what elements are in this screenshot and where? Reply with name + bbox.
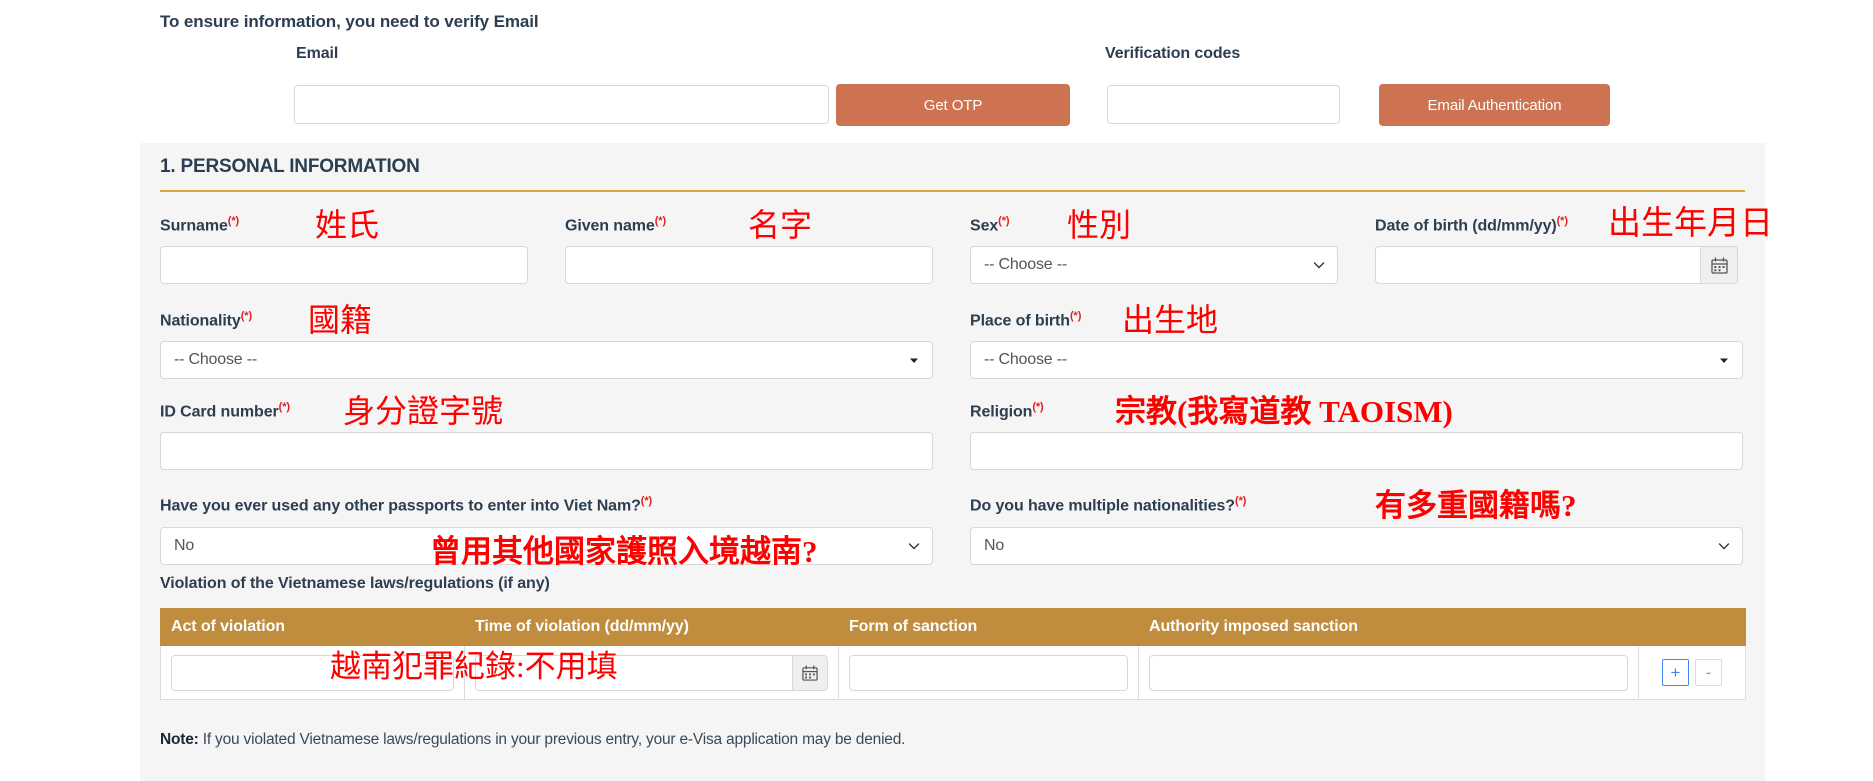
other-passports-select-value: No <box>174 537 195 554</box>
email-authentication-button[interactable]: Email Authentication <box>1379 84 1610 126</box>
multiple-nationalities-select-value: No <box>984 537 1005 554</box>
nationality-annotation: 國籍 <box>308 302 373 338</box>
column-header-time-of-violation: Time of violation (dd/mm/yy) <box>464 608 839 646</box>
caret-down-icon <box>1718 354 1730 366</box>
add-row-button[interactable]: + <box>1662 659 1689 686</box>
authority-imposed-sanction-input[interactable] <box>1149 654 1628 691</box>
row-action-buttons: + - <box>1649 659 1735 686</box>
date-of-birth-required-mark: (*) <box>1556 215 1568 227</box>
violation-annotation: 越南犯罪紀錄:不用填 <box>330 649 618 684</box>
cell-authority-imposed-sanction <box>1138 645 1639 700</box>
religion-input[interactable] <box>970 432 1743 470</box>
religion-annotation: 宗教(我寫道教 TAOISM) <box>1115 394 1453 429</box>
column-header-authority-imposed-sanction: Authority imposed sanction <box>1138 608 1639 646</box>
surname-annotation: 姓氏 <box>315 207 380 243</box>
section-divider <box>160 190 1745 192</box>
column-header-form-of-sanction: Form of sanction <box>838 608 1139 646</box>
religion-label-text: Religion <box>970 403 1033 421</box>
religion-required-mark: (*) <box>1032 401 1044 413</box>
sex-required-mark: (*) <box>998 215 1010 227</box>
verification-code-input[interactable] <box>1107 85 1340 124</box>
date-of-birth-label-text: Date of birth (dd/mm/yy) <box>1375 217 1557 235</box>
surname-input[interactable] <box>160 246 528 284</box>
email-label: Email <box>296 45 339 62</box>
other-passports-annotation: 曾用其他國家護照入境越南? <box>430 534 818 569</box>
date-of-birth-annotation: 出生年月日 <box>1608 206 1773 242</box>
place-of-birth-select[interactable]: -- Choose -- <box>970 341 1743 379</box>
sex-label-text: Sex <box>970 217 999 235</box>
surname-label-text: Surname <box>160 217 228 235</box>
place-of-birth-label: Place of birth(*) <box>970 310 1081 330</box>
chevron-down-icon <box>1718 540 1730 552</box>
given-name-required-mark: (*) <box>654 215 667 227</box>
place-of-birth-annotation: 出生地 <box>1122 302 1219 338</box>
id-card-number-input[interactable] <box>160 432 933 470</box>
verification-codes-label: Verification codes <box>1105 45 1241 62</box>
multiple-nationalities-annotation: 有多重國籍嗎? <box>1375 488 1577 523</box>
id-card-number-label-text: ID Card number <box>160 403 279 421</box>
sex-label: Sex(*) <box>970 215 1010 235</box>
cell-row-actions: + - <box>1638 645 1746 700</box>
page-title: 1. PERSONAL INFORMATION <box>160 156 420 177</box>
date-of-birth-label: Date of birth (dd/mm/yy)(*) <box>1375 215 1568 235</box>
nationality-select-value: -- Choose -- <box>174 351 257 368</box>
get-otp-button[interactable]: Get OTP <box>836 84 1070 126</box>
calendar-icon[interactable] <box>1700 246 1738 284</box>
multiple-nationalities-label-text: Do you have multiple nationalities? <box>970 497 1235 515</box>
multiple-nationalities-select[interactable]: No <box>970 527 1743 565</box>
violation-note-text: If you violated Vietnamese laws/regulati… <box>202 731 906 748</box>
personal-information-panel: 1. PERSONAL INFORMATION Surname(*) 姓氏 Gi… <box>140 143 1773 781</box>
nationality-select[interactable]: -- Choose -- <box>160 341 933 379</box>
given-name-input[interactable] <box>565 246 933 284</box>
column-header-act-of-violation: Act of violation <box>160 608 465 646</box>
verify-instruction: To ensure information, you need to verif… <box>160 12 539 31</box>
multiple-nationalities-required-mark: (*) <box>1235 495 1247 507</box>
multiple-nationalities-label: Do you have multiple nationalities?(*) <box>970 495 1246 515</box>
religion-label: Religion(*) <box>970 401 1044 421</box>
nationality-label-text: Nationality <box>160 312 241 330</box>
nationality-required-mark: (*) <box>240 310 253 322</box>
given-name-label: Given name(*) <box>565 215 666 235</box>
surname-label: Surname(*) <box>160 215 239 235</box>
violation-table-header-row: Act of violation Time of violation (dd/m… <box>160 608 1746 646</box>
sex-select-value: -- Choose -- <box>984 256 1067 273</box>
sex-select[interactable]: -- Choose -- <box>970 246 1338 284</box>
id-card-number-required-mark: (*) <box>278 401 290 413</box>
violation-note: Note: If you violated Vietnamese laws/re… <box>160 731 905 749</box>
calendar-icon[interactable] <box>792 654 828 691</box>
evisa-personal-information-page: To ensure information, you need to verif… <box>0 0 1873 781</box>
column-header-actions <box>1638 608 1746 646</box>
given-name-annotation: 名字 <box>748 207 813 243</box>
cell-form-of-sanction <box>838 645 1139 700</box>
other-passports-label: Have you ever used any other passports t… <box>160 495 652 515</box>
other-passports-required-mark: (*) <box>640 495 653 507</box>
violation-note-prefix: Note: <box>160 731 199 748</box>
violation-section-label: Violation of the Vietnamese laws/regulat… <box>160 575 550 592</box>
date-of-birth-input[interactable] <box>1375 246 1700 284</box>
chevron-down-icon <box>1313 259 1325 271</box>
surname-required-mark: (*) <box>227 215 240 227</box>
other-passports-label-text: Have you ever used any other passports t… <box>160 497 641 515</box>
place-of-birth-select-value: -- Choose -- <box>984 351 1067 368</box>
id-card-number-annotation: 身分證字號 <box>343 393 504 429</box>
id-card-number-label: ID Card number(*) <box>160 401 290 421</box>
sex-annotation: 性別 <box>1067 207 1132 243</box>
place-of-birth-label-text: Place of birth <box>970 312 1070 330</box>
nationality-label: Nationality(*) <box>160 310 252 330</box>
email-input[interactable] <box>294 85 829 124</box>
place-of-birth-required-mark: (*) <box>1069 310 1082 322</box>
date-of-birth-field <box>1375 246 1738 284</box>
given-name-label-text: Given name <box>565 217 655 235</box>
form-of-sanction-input[interactable] <box>849 654 1128 691</box>
caret-down-icon <box>908 354 920 366</box>
chevron-down-icon <box>908 540 920 552</box>
remove-row-button[interactable]: - <box>1695 659 1722 686</box>
